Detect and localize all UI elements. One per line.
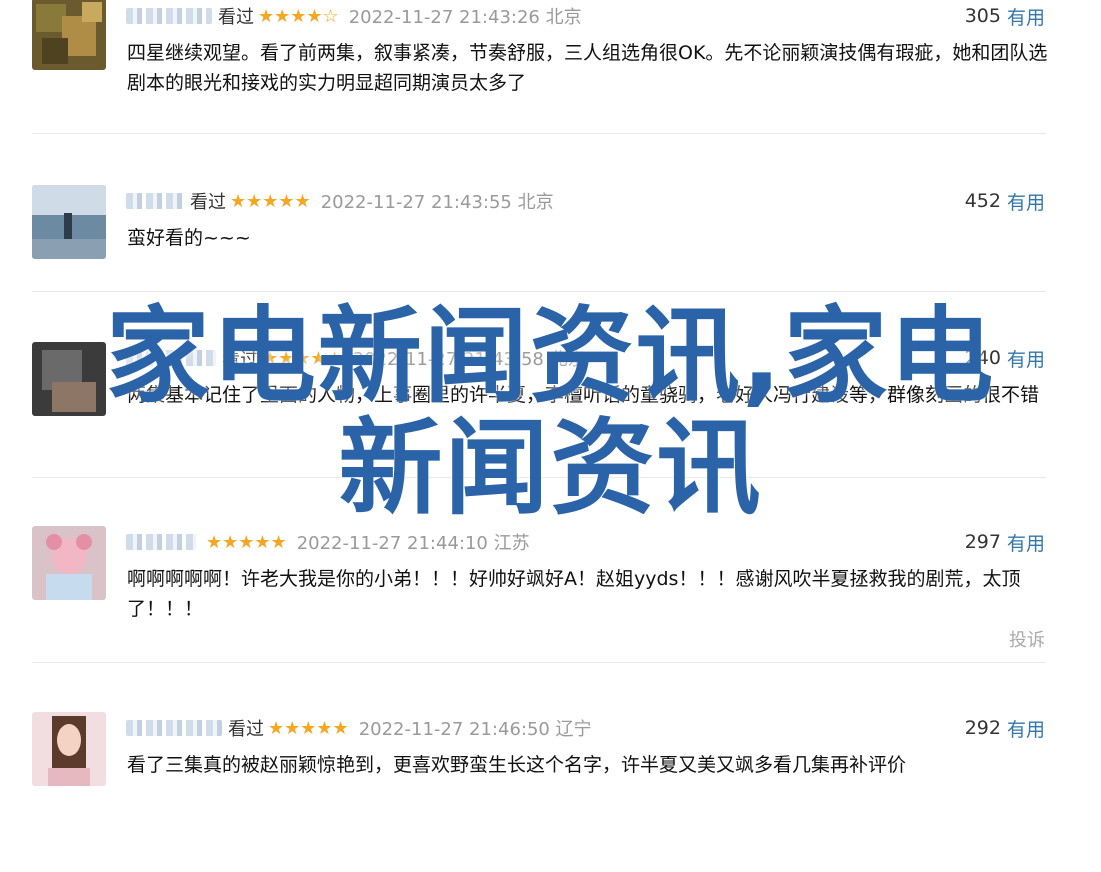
vote-count: 297 — [964, 531, 1001, 553]
avatar-image — [32, 526, 106, 600]
comment-time: 2022-11-27 21:46:50 辽宁 — [358, 719, 592, 740]
useful-link[interactable]: 有用 — [1007, 529, 1045, 556]
watched-status: 看过 — [218, 7, 254, 28]
comment-time: 2022-11-27 21:43:58 北京 — [352, 349, 586, 370]
vote-count: 305 — [964, 5, 1001, 27]
rating-stars: ★★★★★ — [262, 347, 343, 369]
watched-status: 看过 — [190, 192, 226, 213]
avatar[interactable] — [32, 185, 106, 259]
vote-area: 240 有用 — [965, 344, 1045, 372]
username[interactable] — [126, 350, 216, 366]
avatar-image — [32, 185, 106, 259]
useful-link[interactable]: 有用 — [1007, 345, 1045, 372]
comment-time: 2022-11-27 21:44:10 江苏 — [296, 533, 530, 554]
vote-count: 240 — [964, 347, 1001, 369]
comment-item: 看过 ★★★★★ 2022-11-27 21:43:55 北京 452 有用 蛮… — [0, 185, 1101, 345]
vote-area: 452 有用 — [965, 187, 1045, 215]
comment-item: 看过 ★★★★☆ 2022-11-27 21:43:26 北京 305 有用 四… — [0, 0, 1101, 160]
report-link[interactable]: 投诉 — [1009, 626, 1045, 652]
avatar-image — [32, 712, 106, 786]
vote-area: 297 有用 — [965, 528, 1045, 556]
comment-text: 看了三集真的被赵丽颖惊艳到，更喜欢野蛮生长这个名字，许半夏又美又飒多看几集再补评… — [127, 754, 907, 776]
rating-stars: ★★★★★ — [206, 531, 287, 553]
divider — [32, 662, 1046, 663]
comment-meta: 看过 ★★★★★ 2022-11-27 21:43:58 北京 — [126, 344, 586, 372]
comment-text: 两集基本记住了里面的人物，上事圈里的许半夏，李檀听话的童骁骑，老好人冯行建设等，… — [127, 384, 1040, 406]
comment-text: 蛮好看的~~~ — [127, 227, 251, 249]
vote-count: 452 — [964, 190, 1001, 212]
rating-stars: ★★★★☆ — [258, 5, 339, 27]
avatar[interactable] — [32, 0, 106, 70]
vote-area: 305 有用 — [965, 2, 1045, 30]
useful-link[interactable]: 有用 — [1007, 715, 1045, 742]
avatar-image — [32, 342, 106, 416]
comment-text: 四星继续观望。看了前两集，叙事紧凑，节奏舒服，三人组选角很OK。先不论丽颖演技偶… — [127, 42, 1048, 94]
divider — [32, 291, 1046, 292]
watched-status: 看过 — [222, 349, 258, 370]
comment-meta: 看过 ★★★★★ 2022-11-27 21:46:50 辽宁 — [126, 714, 592, 742]
username[interactable] — [126, 720, 222, 736]
comment-item: 看过 ★★★★★ 2022-11-27 21:43:58 北京 240 有用 两… — [0, 342, 1101, 502]
vote-area: 292 有用 — [965, 714, 1045, 742]
avatar[interactable] — [32, 526, 106, 600]
username[interactable] — [126, 534, 196, 550]
avatar[interactable] — [32, 712, 106, 786]
comment-time: 2022-11-27 21:43:55 北京 — [320, 192, 554, 213]
rating-stars: ★★★★★ — [230, 190, 311, 212]
divider — [32, 477, 1046, 478]
username[interactable] — [126, 193, 184, 209]
rating-stars: ★★★★★ — [268, 717, 349, 739]
vote-count: 292 — [964, 717, 1001, 739]
avatar[interactable] — [32, 342, 106, 416]
comment-text: 啊啊啊啊啊！许老大我是你的小弟！！！好帅好飒好A！赵姐yyds！！！感谢风吹半夏… — [127, 568, 1021, 620]
divider — [32, 133, 1046, 134]
comment-meta: 看过 ★★★★★ 2022-11-27 21:43:55 北京 — [126, 187, 554, 215]
comment-meta: ★★★★★ 2022-11-27 21:44:10 江苏 — [126, 528, 530, 556]
comment-time: 2022-11-27 21:43:26 北京 — [348, 7, 582, 28]
useful-link[interactable]: 有用 — [1007, 3, 1045, 30]
username[interactable] — [126, 8, 212, 24]
comment-meta: 看过 ★★★★☆ 2022-11-27 21:43:26 北京 — [126, 2, 582, 30]
avatar-image — [32, 0, 106, 70]
comment-item: 看过 ★★★★★ 2022-11-27 21:46:50 辽宁 292 有用 看… — [0, 712, 1101, 872]
useful-link[interactable]: 有用 — [1007, 188, 1045, 215]
watched-status: 看过 — [228, 719, 264, 740]
